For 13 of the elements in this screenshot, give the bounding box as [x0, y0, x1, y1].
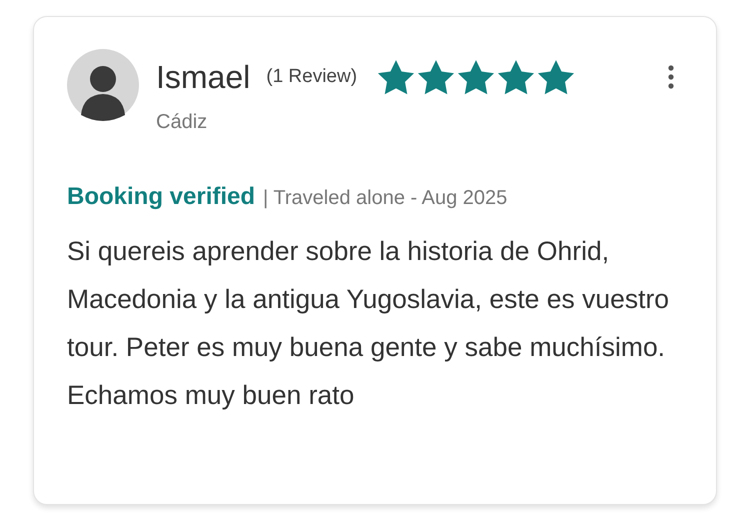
verified-label: Booking verified — [67, 182, 256, 212]
star-icon — [457, 58, 496, 96]
more-options-icon[interactable] — [668, 65, 674, 89]
trip-info: | Traveled alone - Aug 2025 — [263, 186, 508, 211]
star-icon — [497, 58, 536, 96]
star-icon — [417, 58, 456, 96]
avatar-icon — [67, 49, 139, 121]
location: Cádiz — [156, 110, 208, 135]
star-icon — [377, 58, 416, 96]
review-text: Si quereis aprender sobre la historia de Ohrid, Macedonia y la antigua Yugoslavia, este es vuestro tour. Peter es muy buena gente y sabe muchísimo. Echamos muy buen rato — [67, 235, 670, 412]
author-name: Ismael — [156, 58, 250, 97]
review-count: (1 Review) — [266, 64, 358, 89]
star-icon — [537, 58, 576, 96]
